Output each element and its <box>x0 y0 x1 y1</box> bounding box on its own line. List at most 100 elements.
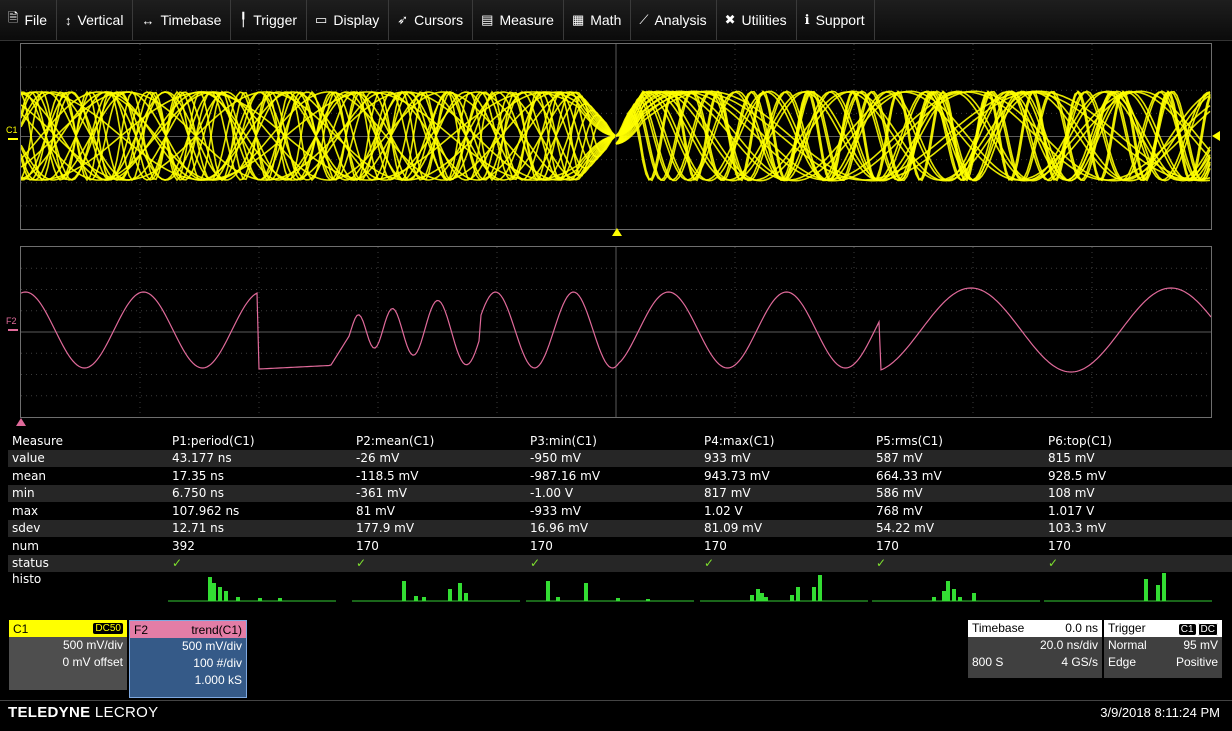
f2-function: trend(C1) <box>191 622 242 637</box>
timebase-rate: 4 GS/s <box>1061 655 1098 669</box>
measure-cell: 170 <box>530 538 553 553</box>
measure-cell: 43.177 ns <box>168 449 352 467</box>
c1-offset: 0 mV offset <box>62 655 123 669</box>
histogram-thumbnail <box>700 572 872 606</box>
measure-cell: 6.750 ns <box>168 484 352 502</box>
trigger-slope: Positive <box>1175 655 1218 669</box>
grid-trace-f2[interactable] <box>20 246 1212 418</box>
histogram-icon <box>352 580 520 601</box>
menu-vertical[interactable]: ↕ Vertical <box>57 0 134 40</box>
histogram-icon <box>872 580 1040 601</box>
menu-timebase[interactable]: ↔ Timebase <box>133 0 232 40</box>
measure-table: Measure P1:period(C1) P2:mean(C1) P3:min(C1… <box>8 432 1232 606</box>
vertical-icon: ↕ <box>65 12 72 28</box>
measure-row-status: status ✓ ✓ ✓ ✓ ✓ ✓ <box>8 554 1232 572</box>
menu-support[interactable]: ℹ Support <box>797 0 875 40</box>
status-check-icon: ✓ <box>526 554 700 572</box>
histogram-thumbnail <box>352 572 526 606</box>
f2-label: F2 <box>134 622 149 637</box>
measure-icon: ▤ <box>481 12 494 27</box>
menu-display[interactable]: ▭ Display <box>307 0 390 40</box>
c1-coupling-badge: DC50 <box>93 623 123 634</box>
trigger-mode: Normal <box>1108 638 1147 652</box>
measure-header-row: Measure P1:period(C1) P2:mean(C1) P3:min(C1… <box>8 432 1232 450</box>
timebase-delay: 0.0 ns <box>1065 621 1098 635</box>
menu-label: Timebase <box>160 12 222 28</box>
measure-cell: 817 mV <box>700 484 872 502</box>
trigger-icon: ╿ <box>239 12 248 27</box>
menu-label: Utilities <box>741 12 787 28</box>
measure-param-header[interactable]: P6:top(C1) <box>1044 432 1232 450</box>
histogram-icon <box>700 574 868 601</box>
f2-trace-marker: F2 <box>6 316 17 326</box>
display-icon: ▭ <box>315 12 328 27</box>
measure-cell: 81 mV <box>356 503 395 518</box>
brand-logo: TELEDYNE LECROY <box>8 704 159 721</box>
measure-row-header: Measure <box>8 432 168 450</box>
measure-cell: 81.09 mV <box>700 519 872 537</box>
f2-points: 1.000 kS <box>194 673 242 687</box>
measure-cell: 16.96 mV <box>526 519 700 537</box>
measure-cell: 392 <box>172 538 195 553</box>
c1-label: C1 <box>13 621 29 636</box>
support-icon: ℹ <box>804 12 810 27</box>
timebase-samples: 800 S <box>972 655 1004 669</box>
menu-label: Support <box>815 12 865 28</box>
measure-cell: 177.9 mV <box>352 519 526 537</box>
measure-cell: 928.5 mV <box>1048 468 1107 483</box>
measure-row-label: value <box>8 449 168 467</box>
measure-cell: 107.962 ns <box>172 503 240 518</box>
menu-math[interactable]: ▦ Math <box>564 0 632 40</box>
measure-param-header[interactable]: P5:rms(C1) <box>872 432 1044 450</box>
measure-cell: 170 <box>1048 538 1071 553</box>
grid-channel-c1[interactable] <box>20 43 1212 230</box>
histogram-thumbnail <box>1044 572 1232 606</box>
f2-position-marker <box>16 418 26 426</box>
menu-label: File <box>24 12 48 28</box>
measure-cell: 664.33 mV <box>876 468 942 483</box>
status-check-icon: ✓ <box>168 554 352 572</box>
measure-param-header[interactable]: P2:mean(C1) <box>352 432 526 450</box>
f2-descriptor-box[interactable]: F2 trend(C1) 500 mV/div 100 #/div 1.000 k… <box>129 620 247 698</box>
measure-cell: 815 mV <box>1044 449 1232 467</box>
measure-row-histo: histo <box>8 572 1232 606</box>
measure-cell: 943.73 mV <box>704 468 770 483</box>
trigger-descriptor-box[interactable]: Trigger C1 DC Normal 95 mV Edge Positive <box>1104 620 1222 678</box>
measure-param-header[interactable]: P4:max(C1) <box>700 432 872 450</box>
date-time: 3/9/2018 8:11:24 PM <box>1100 705 1220 720</box>
timebase-descriptor-box[interactable]: Timebase 0.0 ns 20.0 ns/div 800 S 4 GS/s <box>968 620 1102 678</box>
measure-param-header[interactable]: P3:min(C1) <box>526 432 700 450</box>
measure-cell: -1.00 V <box>526 484 700 502</box>
trigger-coupling-badge: DC <box>1197 623 1218 636</box>
measure-cell: 1.02 V <box>704 503 743 518</box>
status-check-icon: ✓ <box>700 554 872 572</box>
menu-label: Measure <box>499 12 554 28</box>
menu-analysis[interactable]: ⟋ Analysis <box>631 0 717 40</box>
c1-descriptor-box[interactable]: C1 DC50 500 mV/div 0 mV offset <box>9 620 127 690</box>
menu-measure[interactable]: ▤ Measure <box>473 0 564 40</box>
measure-cell: 170 <box>356 538 379 553</box>
trigger-level-marker[interactable] <box>1212 131 1220 141</box>
measure-cell: 768 mV <box>876 503 923 518</box>
measure-row-label: max <box>12 503 39 518</box>
trigger-level: 95 mV <box>1183 638 1218 652</box>
measure-cell: 587 mV <box>872 449 1044 467</box>
menu-utilities[interactable]: ✖ Utilities <box>717 0 797 40</box>
measure-cell: 933 mV <box>700 449 872 467</box>
status-check-icon: ✓ <box>872 554 1044 572</box>
measure-row-mean: mean 17.35 ns -118.5 mV -987.16 mV 943.73 mV… <box>8 467 1232 485</box>
timebase-scale: 20.0 ns/div <box>1039 638 1098 652</box>
measure-cell: -361 mV <box>352 484 526 502</box>
menu-trigger[interactable]: ╿ Trigger <box>231 0 308 40</box>
histogram-thumbnail <box>526 572 700 606</box>
menu-file[interactable]: 🗎 File <box>0 0 58 40</box>
measure-row-label: histo <box>12 572 42 586</box>
measure-cell: 103.3 mV <box>1044 519 1232 537</box>
menu-cursors[interactable]: ➶ Cursors <box>389 0 474 40</box>
timebase-icon: ↔ <box>141 12 155 28</box>
measure-cell: -987.16 mV <box>530 468 601 483</box>
measure-row-min: min 6.750 ns -361 mV -1.00 V 817 mV 586 mV 108… <box>8 484 1232 502</box>
trigger-position-marker[interactable] <box>612 228 622 236</box>
measure-param-header[interactable]: P1:period(C1) <box>168 432 352 450</box>
measure-cell: 17.35 ns <box>172 468 225 483</box>
